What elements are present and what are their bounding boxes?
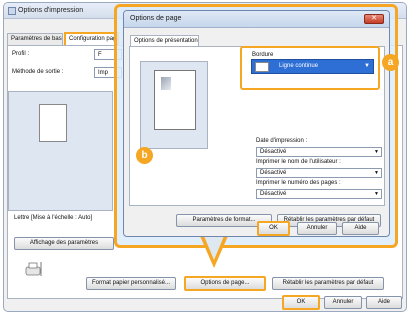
back-window-title: Options d'impression: [18, 7, 84, 14]
profile-label: Profil :: [12, 51, 30, 57]
print-date-label: Date d'impression :: [256, 138, 308, 144]
dialog-cancel-button[interactable]: Annuler: [297, 222, 337, 235]
chevron-down-icon: ▼: [374, 170, 379, 176]
print-user-select[interactable]: Désactivé ▼: [256, 168, 382, 178]
back-cancel-button[interactable]: Annuler: [324, 296, 362, 309]
custom-paper-button[interactable]: Format papier personnalisé...: [86, 277, 176, 290]
callout-tail-inner: [204, 236, 224, 260]
border-swatch-icon: [255, 62, 269, 72]
border-value: Ligne continue: [279, 63, 319, 69]
dialog-preview: [140, 61, 208, 149]
printer-app-icon: [8, 7, 16, 15]
print-date-select[interactable]: Désactivé ▼: [256, 147, 382, 157]
dialog-ok-button[interactable]: OK: [257, 221, 290, 236]
printer-icon: [25, 262, 42, 276]
print-user-value: Désactivé: [260, 170, 287, 176]
dialog-preview-page: [154, 70, 196, 130]
back-restore-defaults-button[interactable]: Rétablir les paramètres par défaut: [272, 277, 384, 290]
preview-image-placeholder: [161, 77, 171, 90]
print-user-label: Imprimer le nom de l'utilisateur :: [256, 159, 341, 165]
print-pagenum-select[interactable]: Désactivé ▼: [256, 189, 382, 199]
border-select[interactable]: Ligne continue ▼: [251, 59, 374, 74]
chevron-down-icon: ▼: [374, 191, 379, 197]
chevron-down-icon: ▼: [374, 149, 379, 155]
page-options-dialog: Options de page ✕ Options de présentatio…: [123, 10, 390, 237]
dialog-title: Options de page: [130, 15, 182, 22]
page-options-button[interactable]: Options de page...: [184, 276, 266, 291]
print-pagenum-label: Imprimer le numéro des pages :: [256, 180, 341, 186]
tab-page-setup[interactable]: Configuration page: [64, 32, 119, 45]
back-ok-button[interactable]: OK: [282, 295, 320, 310]
chevron-down-icon: ▼: [364, 63, 370, 69]
back-help-button[interactable]: Aide: [366, 296, 402, 309]
marker-b: b: [136, 147, 153, 164]
back-preview: [8, 91, 113, 276]
tab-basic-settings[interactable]: Paramètres de bas: [7, 33, 63, 45]
back-preview-page: [39, 104, 67, 142]
dialog-titlebar: Options de page ✕: [124, 11, 389, 28]
border-label: Bordure: [252, 52, 274, 58]
print-pagenum-value: Désactivé: [260, 191, 287, 197]
close-icon[interactable]: ✕: [364, 14, 384, 24]
output-method-label: Méthode de sortie :: [12, 69, 64, 75]
show-settings-button[interactable]: Affichage des paramètres: [14, 237, 114, 250]
marker-a: a: [382, 54, 399, 71]
dialog-help-button[interactable]: Aide: [342, 222, 379, 235]
scale-text: Lettre [Mise à l'échelle : Auto]: [14, 215, 93, 221]
print-date-value: Désactivé: [260, 149, 287, 155]
